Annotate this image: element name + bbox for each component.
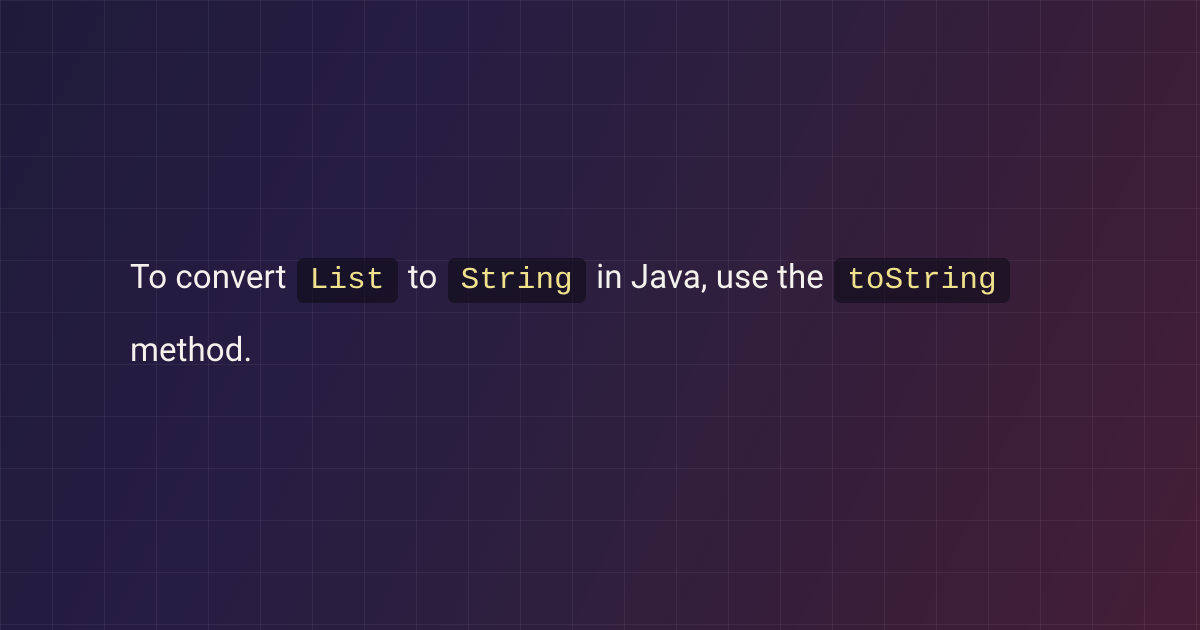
code-token-tostring: toString — [834, 258, 1010, 303]
text-segment: To convert — [130, 258, 295, 297]
headline-sentence: To convert List to String in Java, use t… — [130, 242, 1070, 388]
banner-container: To convert List to String in Java, use t… — [0, 0, 1200, 630]
text-segment: method. — [130, 331, 252, 370]
banner-text-content: To convert List to String in Java, use t… — [130, 242, 1070, 388]
text-segment: in Java, use the — [596, 258, 832, 297]
text-segment: to — [408, 258, 446, 297]
code-token-list: List — [297, 258, 398, 303]
code-token-string: String — [448, 258, 586, 303]
